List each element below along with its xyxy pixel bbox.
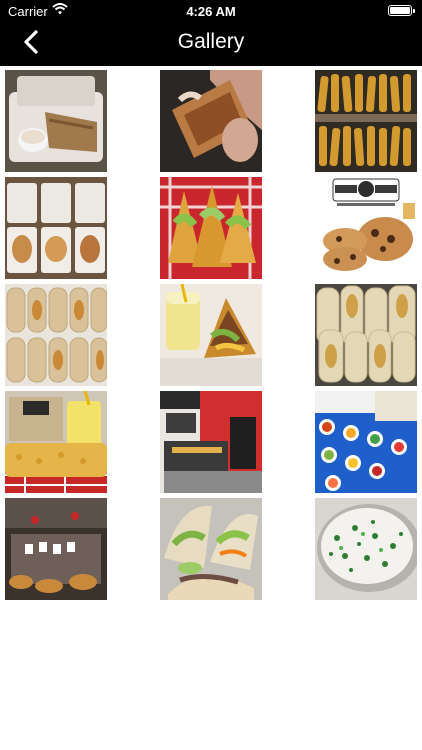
status-time: 4:26 AM xyxy=(186,4,236,19)
page-title: Gallery xyxy=(177,30,245,53)
gallery-photo[interactable] xyxy=(160,391,262,493)
gallery-photo[interactable] xyxy=(315,284,417,386)
gallery-photo[interactable] xyxy=(5,177,107,279)
gallery-photo[interactable] xyxy=(160,70,262,172)
gallery-photo[interactable] xyxy=(160,498,262,600)
status-bar: Carrier 4:26 AM xyxy=(0,0,422,22)
battery-icon xyxy=(388,5,415,16)
gallery-photo[interactable] xyxy=(5,391,107,493)
gallery-photo[interactable] xyxy=(160,177,262,279)
gallery-photo[interactable] xyxy=(315,391,417,493)
gallery-photo[interactable] xyxy=(5,70,107,172)
top-bar: Carrier 4:26 AM Gallery xyxy=(0,0,422,66)
gallery-photo[interactable] xyxy=(315,177,417,279)
gallery-photo[interactable] xyxy=(160,284,262,386)
gallery-photo[interactable] xyxy=(315,70,417,172)
gallery-photo[interactable] xyxy=(5,498,107,600)
gallery-photo[interactable] xyxy=(315,498,417,600)
gallery-photo[interactable] xyxy=(5,284,107,386)
